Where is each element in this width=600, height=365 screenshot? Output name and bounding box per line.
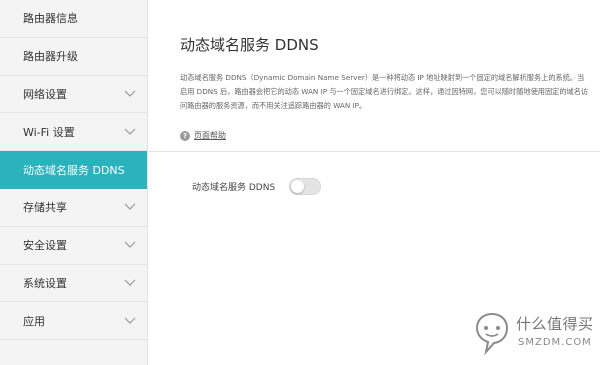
divider bbox=[149, 151, 600, 152]
watermark-domain: SMZDM.COM bbox=[518, 337, 592, 348]
sidebar-item-label: 路由器信息 bbox=[23, 12, 78, 26]
smzdm-logo-icon bbox=[475, 312, 509, 356]
chevron-down-icon bbox=[124, 317, 136, 325]
sidebar-item-router-info[interactable]: 路由器信息 bbox=[0, 0, 147, 38]
sidebar-item-ddns[interactable]: 动态域名服务 DDNS bbox=[0, 151, 147, 189]
chevron-down-icon bbox=[124, 279, 136, 287]
page-description: 动态域名服务 DDNS（Dynamic Domain Name Server）是… bbox=[180, 73, 589, 110]
sidebar-item-label: 路由器升级 bbox=[23, 50, 78, 64]
toggle-knob bbox=[291, 180, 305, 193]
ddns-setting-row: 动态域名服务 DDNS bbox=[192, 178, 322, 195]
sidebar-item-system-settings[interactable]: 系统设置 bbox=[0, 265, 147, 303]
ddns-toggle-label: 动态域名服务 DDNS bbox=[192, 183, 276, 193]
sidebar: 路由器信息 路由器升级 网络设置 Wi-Fi 设置 动态域名服务 DDNS 存储… bbox=[0, 0, 148, 365]
sidebar-item-label: 网络设置 bbox=[23, 87, 67, 101]
chevron-down-icon bbox=[124, 90, 136, 98]
chevron-down-icon bbox=[124, 203, 136, 211]
chevron-down-icon bbox=[124, 241, 136, 249]
page-title: 动态域名服务 DDNS bbox=[180, 36, 319, 54]
sidebar-item-security-settings[interactable]: 安全设置 bbox=[0, 227, 147, 265]
help-icon: ? bbox=[180, 130, 190, 141]
watermark-text: 什么值得买 bbox=[516, 315, 594, 333]
sidebar-item-label: 系统设置 bbox=[23, 276, 67, 290]
sidebar-item-label: 安全设置 bbox=[23, 239, 67, 253]
sidebar-item-network-settings[interactable]: 网络设置 bbox=[0, 76, 147, 114]
sidebar-item-label: 动态域名服务 DDNS bbox=[23, 163, 125, 177]
sidebar-item-storage-sharing[interactable]: 存储共享 bbox=[0, 189, 147, 227]
sidebar-item-wifi-settings[interactable]: Wi-Fi 设置 bbox=[0, 113, 147, 152]
page-help-link[interactable]: ? 页面帮助 bbox=[180, 130, 226, 141]
sidebar-item-label: Wi-Fi 设置 bbox=[23, 125, 75, 139]
sidebar-item-label: 应用 bbox=[23, 314, 45, 328]
page-help-label: 页面帮助 bbox=[194, 131, 226, 140]
smzdm-watermark: 什么值得买 SMZDM.COM bbox=[472, 307, 593, 361]
sidebar-item-label: 存储共享 bbox=[23, 201, 67, 215]
sidebar-item-apps[interactable]: 应用 bbox=[0, 302, 147, 341]
chevron-down-icon bbox=[124, 128, 136, 136]
ddns-toggle[interactable] bbox=[289, 178, 322, 195]
sidebar-item-router-upgrade[interactable]: 路由器升级 bbox=[0, 38, 147, 76]
